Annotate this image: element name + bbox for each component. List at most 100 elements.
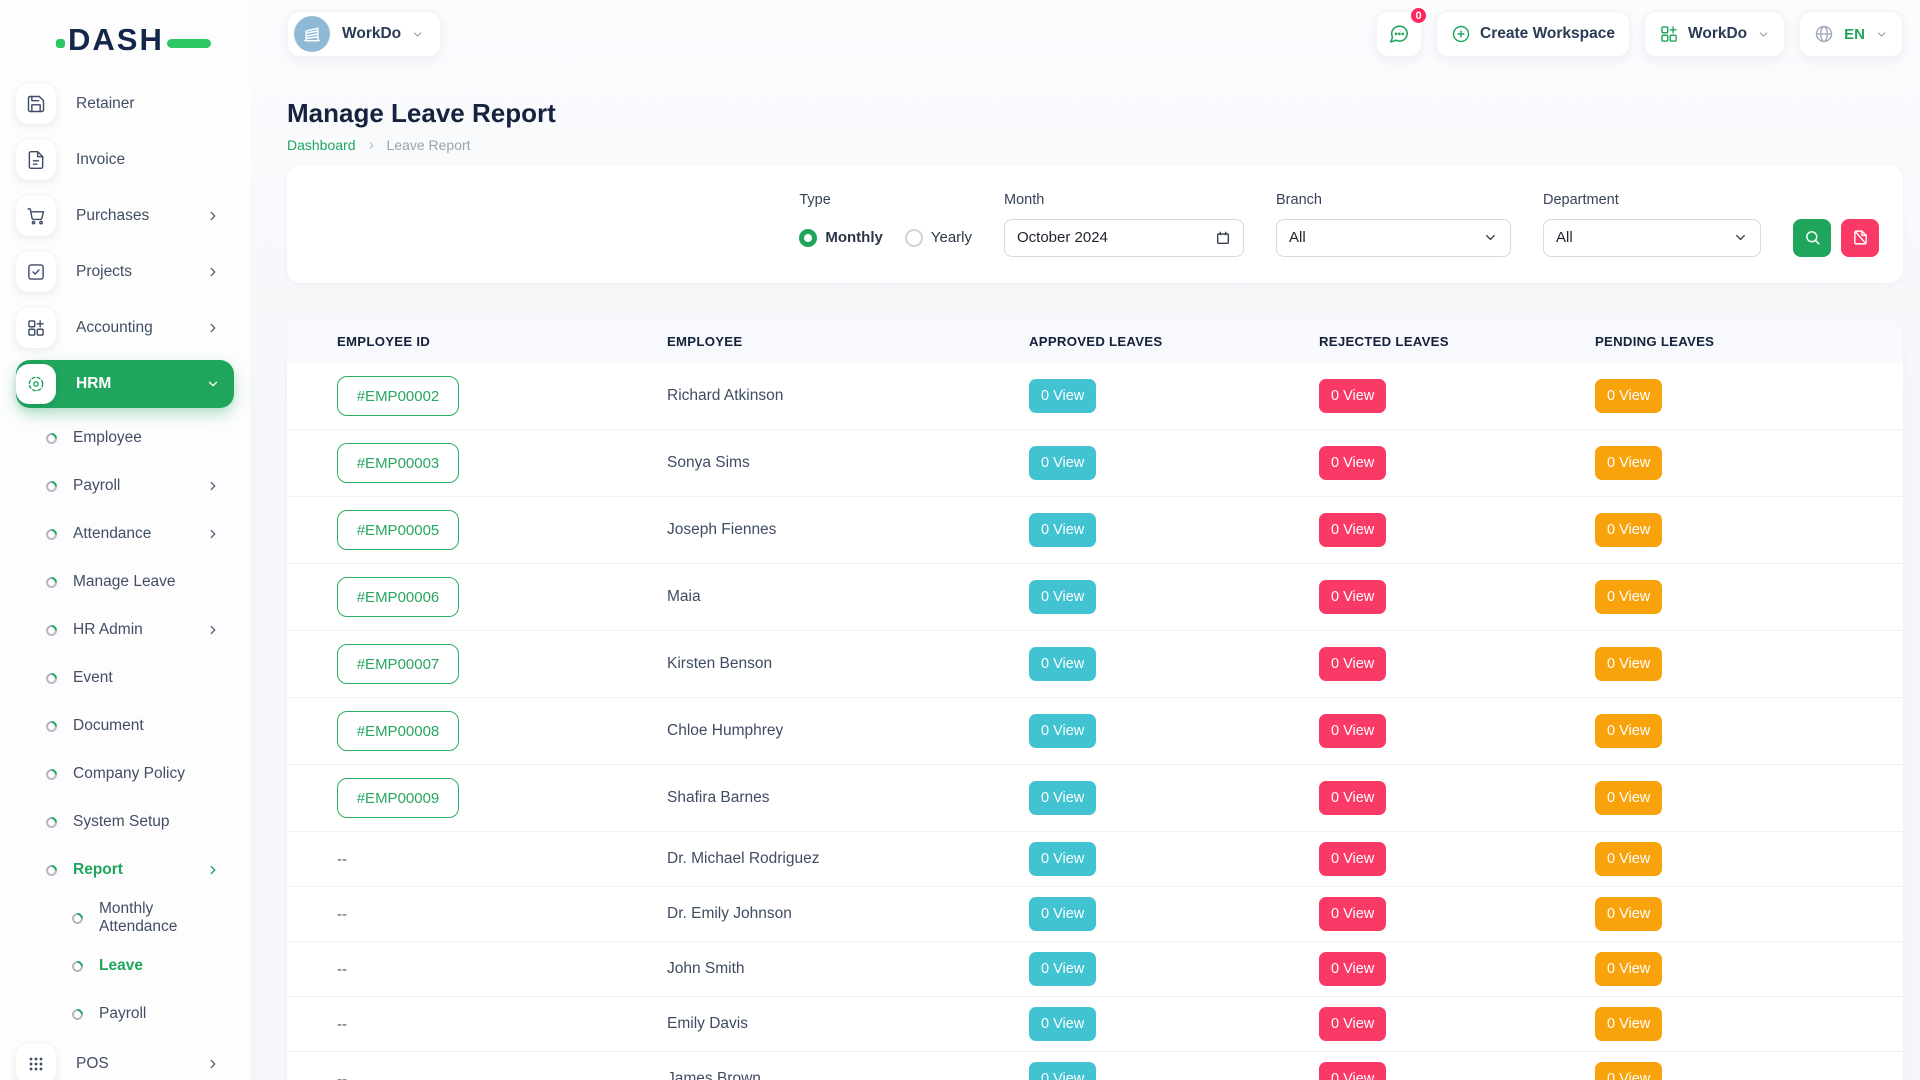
sidebar-item-event[interactable]: Event: [16, 656, 234, 700]
type-filter: Type Monthly Yearly: [799, 192, 972, 257]
approved-leaves-view-button[interactable]: 0 View: [1029, 781, 1096, 815]
bullet-icon: [70, 910, 86, 926]
sidebar-item-retainer[interactable]: Retainer: [16, 80, 234, 128]
leave-table-body: #EMP00002Richard Atkinson0 View0 View0 V…: [287, 363, 1903, 1080]
department-select[interactable]: All: [1543, 219, 1761, 257]
table-row: --John Smith0 View0 View0 View: [287, 942, 1903, 997]
employee-id-button[interactable]: #EMP00009: [337, 778, 459, 818]
employee-id-button[interactable]: #EMP00007: [337, 644, 459, 684]
pending-leaves-view-button[interactable]: 0 View: [1595, 1062, 1662, 1080]
radio-yearly[interactable]: Yearly: [905, 229, 972, 247]
table-row: #EMP00006Maia0 View0 View0 View: [287, 564, 1903, 631]
department-value: All: [1556, 229, 1573, 246]
rejected-leaves-view-button[interactable]: 0 View: [1319, 580, 1386, 614]
sidebar-item-accounting[interactable]: Accounting: [16, 304, 234, 352]
rejected-leaves-view-button[interactable]: 0 View: [1319, 781, 1386, 815]
filter-card: Type Monthly Yearly Month October 2024: [287, 165, 1903, 283]
sidebar-item-document[interactable]: Document: [16, 704, 234, 748]
employee-name: Sonya Sims: [667, 454, 1029, 472]
sidebar-item-system-setup[interactable]: System Setup: [16, 800, 234, 844]
pending-leaves-view-button[interactable]: 0 View: [1595, 842, 1662, 876]
reset-filter-button[interactable]: [1841, 219, 1879, 257]
employee-id-button[interactable]: #EMP00002: [337, 376, 459, 416]
breadcrumb: Dashboard Leave Report: [287, 137, 1903, 153]
create-workspace-button[interactable]: Create Workspace: [1436, 11, 1630, 57]
breadcrumb-dashboard-link[interactable]: Dashboard: [287, 137, 356, 153]
approved-leaves-view-button[interactable]: 0 View: [1029, 446, 1096, 480]
workspace-selector[interactable]: WorkDo: [287, 11, 441, 57]
sidebar-item-employee[interactable]: Employee: [16, 416, 234, 460]
sidebar-item-payroll[interactable]: Payroll: [16, 464, 234, 508]
approved-leaves-view-button[interactable]: 0 View: [1029, 952, 1096, 986]
radio-monthly[interactable]: Monthly: [799, 229, 883, 247]
pending-leaves-view-button[interactable]: 0 View: [1595, 952, 1662, 986]
logo-dot-icon: [56, 39, 65, 48]
table-row: --Emily Davis0 View0 View0 View: [287, 997, 1903, 1052]
pending-leaves-view-button[interactable]: 0 View: [1595, 714, 1662, 748]
pending-leaves-view-button[interactable]: 0 View: [1595, 897, 1662, 931]
sidebar-item-hrm[interactable]: HRM: [16, 360, 234, 408]
table-row: --James Brown0 View0 View0 View: [287, 1052, 1903, 1080]
branch-value: All: [1289, 229, 1306, 246]
sidebar-item-pos[interactable]: POS: [16, 1040, 234, 1080]
approved-leaves-view-button[interactable]: 0 View: [1029, 647, 1096, 681]
rejected-leaves-view-button[interactable]: 0 View: [1319, 842, 1386, 876]
bullet-icon: [44, 574, 60, 590]
approved-leaves-view-button[interactable]: 0 View: [1029, 1062, 1096, 1080]
pending-leaves-view-button[interactable]: 0 View: [1595, 781, 1662, 815]
sidebar-item-invoice[interactable]: Invoice: [16, 136, 234, 184]
approved-leaves-view-button[interactable]: 0 View: [1029, 513, 1096, 547]
pending-leaves-view-button[interactable]: 0 View: [1595, 379, 1662, 413]
sidebar-item-report[interactable]: Report: [16, 848, 234, 892]
language-selector[interactable]: EN: [1799, 11, 1903, 57]
pending-leaves-view-button[interactable]: 0 View: [1595, 513, 1662, 547]
rejected-leaves-view-button[interactable]: 0 View: [1319, 1007, 1386, 1041]
employee-id-button[interactable]: #EMP00006: [337, 577, 459, 617]
sidebar-item-manage-leave[interactable]: Manage Leave: [16, 560, 234, 604]
sidebar-item-attendance[interactable]: Attendance: [16, 512, 234, 556]
workspace-dropdown[interactable]: WorkDo: [1644, 11, 1785, 57]
table-row: #EMP00009Shafira Barnes0 View0 View0 Vie…: [287, 765, 1903, 832]
employee-id-button[interactable]: #EMP00008: [337, 711, 459, 751]
branch-select[interactable]: All: [1276, 219, 1511, 257]
app-logo[interactable]: DASH: [16, 16, 234, 64]
rejected-leaves-view-button[interactable]: 0 View: [1319, 952, 1386, 986]
pending-leaves-view-button[interactable]: 0 View: [1595, 446, 1662, 480]
rejected-leaves-view-button[interactable]: 0 View: [1319, 714, 1386, 748]
pending-leaves-view-button[interactable]: 0 View: [1595, 647, 1662, 681]
month-input[interactable]: October 2024: [1004, 219, 1244, 257]
employee-id-button[interactable]: #EMP00003: [337, 443, 459, 483]
chevron-right-icon: [206, 1057, 220, 1071]
pending-leaves-view-button[interactable]: 0 View: [1595, 1007, 1662, 1041]
sidebar-item-leave[interactable]: Leave: [16, 944, 234, 988]
pending-leaves-view-button[interactable]: 0 View: [1595, 580, 1662, 614]
sidebar-item-purchases[interactable]: Purchases: [16, 192, 234, 240]
approved-leaves-view-button[interactable]: 0 View: [1029, 714, 1096, 748]
approved-leaves-view-button[interactable]: 0 View: [1029, 379, 1096, 413]
sidebar-item-label: POS: [76, 1055, 109, 1073]
rejected-leaves-view-button[interactable]: 0 View: [1319, 446, 1386, 480]
sidebar-item-label: Retainer: [76, 95, 135, 113]
approved-leaves-view-button[interactable]: 0 View: [1029, 1007, 1096, 1041]
approved-leaves-view-button[interactable]: 0 View: [1029, 842, 1096, 876]
sidebar-item-label: Event: [73, 669, 113, 687]
employee-id-button[interactable]: #EMP00005: [337, 510, 459, 550]
approved-leaves-view-button[interactable]: 0 View: [1029, 580, 1096, 614]
messages-button[interactable]: 0: [1376, 11, 1422, 57]
rejected-leaves-view-button[interactable]: 0 View: [1319, 379, 1386, 413]
rejected-leaves-view-button[interactable]: 0 View: [1319, 513, 1386, 547]
logo-text: DASH: [68, 22, 164, 58]
rejected-leaves-view-button[interactable]: 0 View: [1319, 647, 1386, 681]
sidebar-item-label: Company Policy: [73, 765, 185, 783]
rejected-leaves-view-button[interactable]: 0 View: [1319, 897, 1386, 931]
sidebar-item-projects[interactable]: Projects: [16, 248, 234, 296]
approved-leaves-view-button[interactable]: 0 View: [1029, 897, 1096, 931]
sidebar-item-company-policy[interactable]: Company Policy: [16, 752, 234, 796]
sidebar-item-label: Report: [73, 861, 123, 879]
rejected-leaves-view-button[interactable]: 0 View: [1319, 1062, 1386, 1080]
sidebar-item-label: Payroll: [73, 477, 120, 495]
sidebar-item-payroll[interactable]: Payroll: [16, 992, 234, 1036]
search-button[interactable]: [1793, 219, 1831, 257]
sidebar-item-monthly-attendance[interactable]: Monthly Attendance: [16, 896, 234, 940]
sidebar-item-hr-admin[interactable]: HR Admin: [16, 608, 234, 652]
